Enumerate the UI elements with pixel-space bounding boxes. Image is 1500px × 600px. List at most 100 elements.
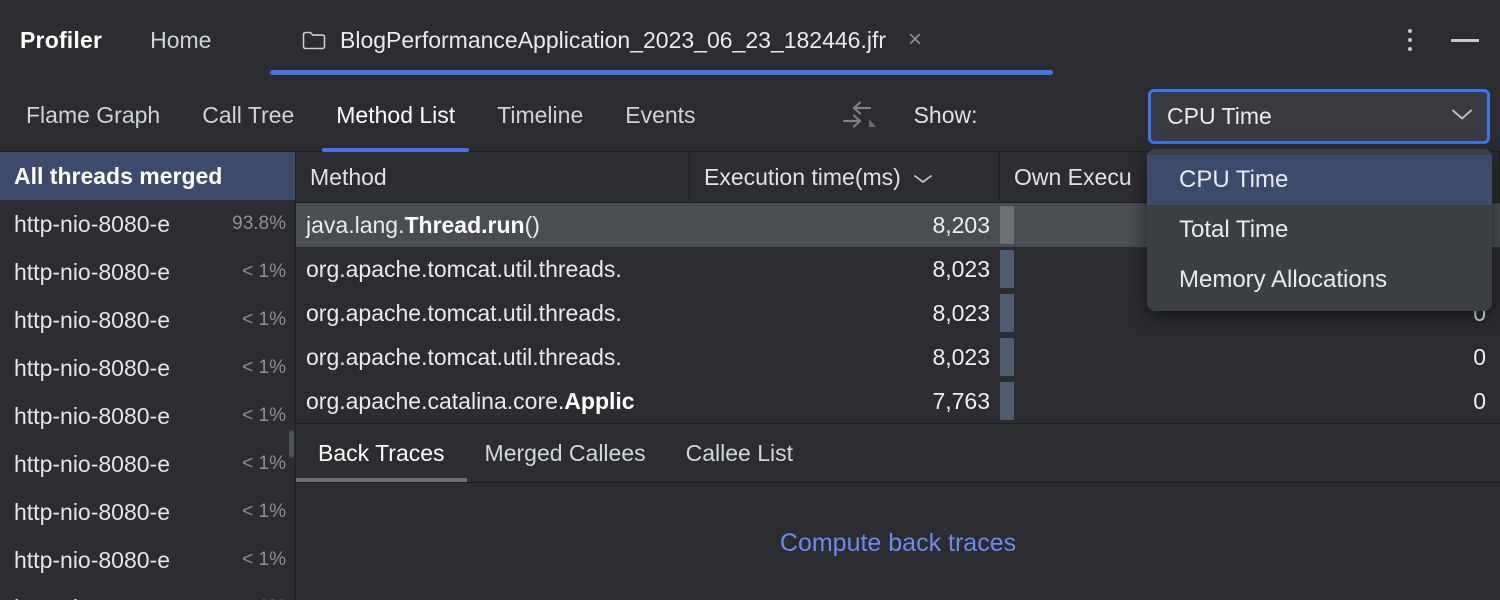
cell-own-execution-time: 0 <box>1000 379 1500 423</box>
own-execution-value: 0 <box>1473 344 1500 371</box>
cell-method: org.apache.catalina.core.Applic <box>296 379 690 423</box>
method-bold: Applic <box>564 388 634 415</box>
profiler-window: Profiler Home BlogPerformanceApplication… <box>0 0 1500 600</box>
execution-time-value: 7,763 <box>932 388 1000 415</box>
folder-icon <box>302 30 326 50</box>
thread-percent: 93.8% <box>232 213 286 235</box>
thread-name: http-nio-8080-e <box>14 547 236 574</box>
thread-name: http-nio-8080-e <box>14 307 236 334</box>
thread-percent: < 1% <box>242 405 286 427</box>
show-metric-dropdown-menu[interactable]: CPU Time Total Time Memory Allocations <box>1147 149 1492 311</box>
sidebar-item-thread[interactable]: http-nio-8080-e < 1% <box>0 392 296 440</box>
details-tabs: Back Traces Merged Callees Callee List <box>296 424 1500 482</box>
table-row[interactable]: org.apache.catalina.core.Applic 7,763 0 <box>296 379 1500 423</box>
own-value-bar <box>1000 338 1014 376</box>
file-tab-label: BlogPerformanceApplication_2023_06_23_18… <box>340 27 886 54</box>
sidebar-scrollbar[interactable] <box>289 430 294 458</box>
thread-name: http-nio-8080-e <box>14 403 236 430</box>
sidebar-item-all-threads-merged[interactable]: All threads merged <box>0 152 296 200</box>
chevron-down-icon <box>1451 107 1473 126</box>
thread-name: All threads merged <box>14 163 286 190</box>
chevron-down-icon <box>913 164 933 191</box>
thread-name: http-nio-8080-e <box>14 211 226 238</box>
show-label: Show: <box>914 102 978 129</box>
thread-percent: < 1% <box>242 501 286 523</box>
details-tabs-divider <box>296 482 1500 483</box>
tab-callee-list[interactable]: Callee List <box>686 424 793 482</box>
cell-execution-time: 8,203 <box>690 203 1000 247</box>
execution-time-value: 8,203 <box>932 212 1000 239</box>
method-prefix: org.apache.tomcat.util.threads. <box>306 300 622 327</box>
tab-timeline[interactable]: Timeline <box>497 102 583 129</box>
thread-percent: < 1% <box>242 453 286 475</box>
own-value-bar <box>1000 250 1014 288</box>
tab-back-traces[interactable]: Back Traces <box>318 424 445 482</box>
column-header-method[interactable]: Method <box>296 152 690 202</box>
threads-sidebar[interactable]: All threads merged http-nio-8080-e 93.8%… <box>0 152 296 600</box>
menu-item-total-time[interactable]: Total Time <box>1147 205 1492 255</box>
column-header-label: Execution time(ms) <box>704 164 901 191</box>
cell-execution-time: 8,023 <box>690 335 1000 379</box>
execution-time-value: 8,023 <box>932 300 1000 327</box>
show-metric-combobox[interactable]: CPU Time <box>1148 89 1490 144</box>
thread-name: http-nio-8080-e <box>14 451 236 478</box>
thread-name: http-nio-8080-e <box>14 259 236 286</box>
thread-name: http-nio-8080-e <box>14 499 236 526</box>
compute-back-traces-link[interactable]: Compute back traces <box>296 529 1500 558</box>
sidebar-item-thread[interactable]: http-nio-8080-e < 1% <box>0 488 296 536</box>
cell-own-execution-time: 0 <box>1000 335 1500 379</box>
method-prefix: org.apache.tomcat.util.threads. <box>306 344 622 371</box>
thread-percent: < 1% <box>242 357 286 379</box>
details-panel: Back Traces Merged Callees Callee List C… <box>296 424 1500 600</box>
cell-method: java.lang.Thread.run() <box>296 203 690 247</box>
tab-merged-callees[interactable]: Merged Callees <box>485 424 646 482</box>
combobox-value: CPU Time <box>1167 103 1272 130</box>
method-prefix: java.lang. <box>306 212 404 239</box>
column-header-execution-time[interactable]: Execution time(ms) <box>690 152 1000 202</box>
cell-method: org.apache.tomcat.util.threads. <box>296 335 690 379</box>
more-vertical-icon[interactable] <box>1390 20 1430 60</box>
swap-arrows-icon[interactable] <box>836 98 880 134</box>
table-row[interactable]: org.apache.tomcat.util.threads. 8,023 0 <box>296 335 1500 379</box>
tab-events[interactable]: Events <box>625 102 695 129</box>
thread-name: http-nio-8080-e <box>14 355 236 382</box>
menu-item-cpu-time[interactable]: CPU Time <box>1147 155 1492 205</box>
minimize-icon[interactable] <box>1430 20 1500 60</box>
column-header-label: Method <box>310 164 387 191</box>
method-prefix: org.apache.catalina.core. <box>306 388 564 415</box>
cell-execution-time: 8,023 <box>690 247 1000 291</box>
thread-percent: < 1% <box>242 261 286 283</box>
column-header-label: Own Execu <box>1014 164 1132 191</box>
tab-file[interactable]: BlogPerformanceApplication_2023_06_23_18… <box>270 0 922 80</box>
sidebar-item-thread[interactable]: http-nio-8080-e < 1% <box>0 536 296 584</box>
thread-name: http-nio-8080-e <box>14 595 236 600</box>
close-icon[interactable]: × <box>908 28 922 52</box>
cell-execution-time: 8,023 <box>690 291 1000 335</box>
active-tab-indicator <box>270 70 1053 75</box>
sidebar-item-thread[interactable]: http-nio-8080-e 93.8% <box>0 200 296 248</box>
menu-item-memory-allocations[interactable]: Memory Allocations <box>1147 255 1492 305</box>
own-value-bar <box>1000 294 1014 332</box>
own-execution-value: 0 <box>1473 388 1500 415</box>
thread-percent: < 1% <box>242 549 286 571</box>
method-suffix: () <box>525 212 540 239</box>
cell-method: org.apache.tomcat.util.threads. <box>296 291 690 335</box>
execution-time-value: 8,023 <box>932 256 1000 283</box>
tab-home[interactable]: Home <box>150 27 211 54</box>
sidebar-item-thread[interactable]: http-nio-8080-e < 1% <box>0 248 296 296</box>
own-value-bar <box>1000 206 1014 244</box>
tab-flame-graph[interactable]: Flame Graph <box>26 102 160 129</box>
execution-time-value: 8,023 <box>932 344 1000 371</box>
method-bold: Thread.run <box>404 212 524 239</box>
sidebar-item-thread[interactable]: http-nio-8080-e < 1% <box>0 584 296 600</box>
tab-method-list[interactable]: Method List <box>336 102 455 129</box>
sidebar-item-thread[interactable]: http-nio-8080-e < 1% <box>0 344 296 392</box>
title-bar: Profiler Home BlogPerformanceApplication… <box>0 0 1500 80</box>
tab-call-tree[interactable]: Call Tree <box>202 102 294 129</box>
sidebar-item-thread[interactable]: http-nio-8080-e < 1% <box>0 440 296 488</box>
app-title: Profiler <box>20 27 102 54</box>
cell-execution-time: 7,763 <box>690 379 1000 423</box>
sidebar-item-thread[interactable]: http-nio-8080-e < 1% <box>0 296 296 344</box>
cell-method: org.apache.tomcat.util.threads. <box>296 247 690 291</box>
method-prefix: org.apache.tomcat.util.threads. <box>306 256 622 283</box>
